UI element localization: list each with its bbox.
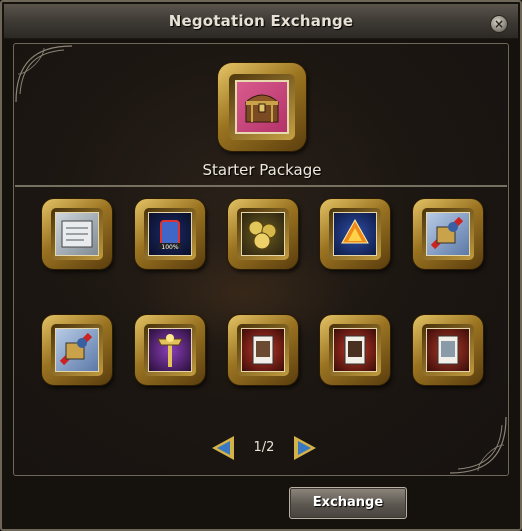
prev-page-button[interactable] <box>212 436 234 460</box>
close-icon[interactable]: × <box>490 15 508 33</box>
package-slot[interactable] <box>218 63 306 151</box>
reward-slot[interactable] <box>413 199 483 269</box>
fire-crystal-icon <box>333 212 377 256</box>
reward-slot[interactable] <box>42 315 112 385</box>
reward-slot[interactable] <box>135 315 205 385</box>
negotiation-exchange-window: Negotation Exchange × Starter Package 10… <box>0 0 522 531</box>
reward-slot[interactable] <box>228 315 298 385</box>
reward-slot[interactable] <box>413 315 483 385</box>
exp-potion-icon: 100% <box>148 212 192 256</box>
golden-staff-icon <box>148 328 192 372</box>
package-name: Starter Package <box>202 161 322 179</box>
armor-box-icon <box>55 328 99 372</box>
silver-ticket-icon <box>426 328 470 372</box>
ticket-card-icon <box>241 328 285 372</box>
exchange-button[interactable]: Exchange <box>289 487 407 519</box>
ticket-card-icon <box>333 328 377 372</box>
gold-coin-pile-icon <box>241 212 285 256</box>
next-page-button[interactable] <box>294 436 316 460</box>
reward-slot[interactable]: 100% <box>135 199 205 269</box>
treasure-chest-icon <box>235 80 289 134</box>
window-title: Negotation Exchange <box>168 12 354 30</box>
title-bar[interactable]: Negotation Exchange × <box>4 4 518 39</box>
corner-ornament-top-left <box>15 45 73 103</box>
page-indicator: 1/2 <box>253 440 275 455</box>
divider <box>15 185 507 187</box>
reward-slot[interactable] <box>228 199 298 269</box>
corner-ornament-bottom-right <box>449 416 507 474</box>
reward-slot[interactable] <box>320 199 390 269</box>
reward-slot[interactable] <box>320 315 390 385</box>
armor-box-icon <box>426 212 470 256</box>
reward-slot[interactable] <box>42 199 112 269</box>
scroll-item-icon <box>55 212 99 256</box>
svg-text:100%: 100% <box>161 244 178 251</box>
